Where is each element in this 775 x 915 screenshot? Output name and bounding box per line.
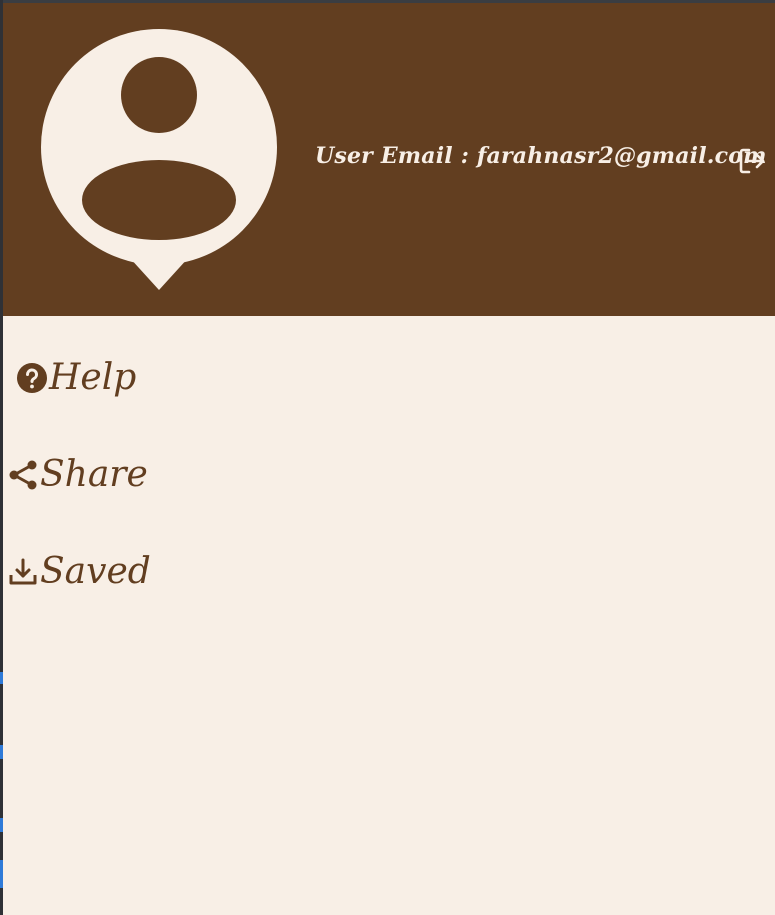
- logout-icon[interactable]: [737, 146, 767, 176]
- navigation-drawer: User Email : farahnasr2@gmail.com Help S…: [3, 3, 775, 915]
- menu-item-label: Help: [49, 357, 137, 398]
- menu-item-saved[interactable]: Saved: [6, 542, 151, 602]
- user-email-label: User Email : farahnasr2@gmail.com: [315, 143, 767, 169]
- menu-item-label: Saved: [40, 551, 151, 592]
- user-location-pin-icon: [41, 29, 279, 291]
- download-icon: [6, 555, 40, 589]
- menu-item-label: Share: [40, 454, 148, 495]
- menu-item-help[interactable]: Help: [15, 348, 136, 408]
- drawer-header: User Email : farahnasr2@gmail.com: [3, 3, 775, 316]
- share-icon: [6, 458, 40, 492]
- help-circle-icon: [15, 361, 49, 395]
- menu-item-share[interactable]: Share: [6, 445, 148, 505]
